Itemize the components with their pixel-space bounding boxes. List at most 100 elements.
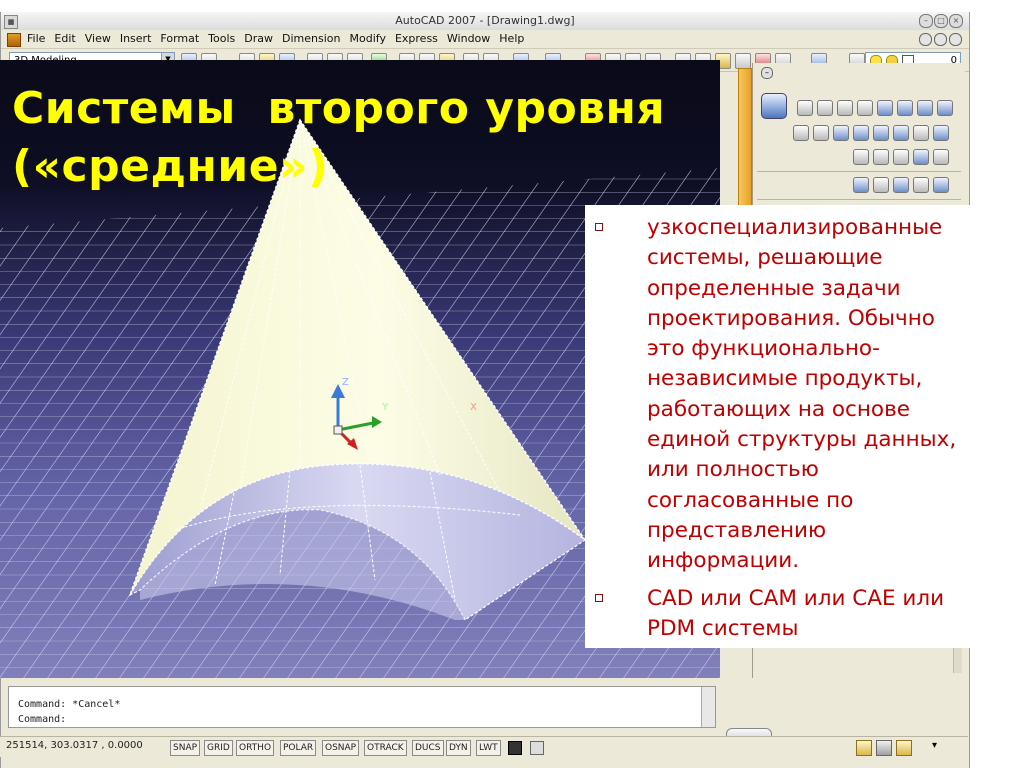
union-icon[interactable]: [793, 125, 809, 141]
bullet-line: PDM системы: [647, 616, 799, 642]
collapse-icon[interactable]: –: [761, 67, 773, 79]
command-window[interactable]: Command: *Cancel* Command:: [8, 686, 716, 728]
menu-tools[interactable]: Tools: [208, 32, 235, 45]
bullet-line: проектирования. Обычно: [647, 305, 935, 331]
layout-icon[interactable]: [530, 741, 544, 755]
menu-help[interactable]: Help: [499, 32, 524, 45]
window-title: AutoCAD 2007 - [Drawing1.dwg]: [395, 14, 575, 27]
shell-icon[interactable]: [933, 149, 949, 165]
bullet-line: работающих на основе: [647, 396, 910, 422]
bullet-line: независимые продукты,: [647, 366, 923, 392]
torus-icon[interactable]: [917, 100, 933, 116]
status-menu-icon[interactable]: ▾: [932, 740, 944, 754]
dyn-toggle[interactable]: DYN: [446, 740, 471, 756]
snap-toggle[interactable]: SNAP: [170, 740, 201, 756]
separate-icon[interactable]: [913, 149, 929, 165]
panel-divider: [757, 199, 961, 200]
pen-icon[interactable]: [876, 740, 892, 756]
bullet-line: или полностью: [647, 457, 819, 483]
planar-surface-icon[interactable]: [937, 100, 953, 116]
bullet-line: единой структуры данных,: [647, 427, 957, 453]
section-plane-icon[interactable]: [933, 177, 949, 193]
menu-express[interactable]: Express: [395, 32, 438, 45]
bullet-square-icon: [595, 223, 603, 231]
bullet-line: CAD или CAM или CAE или: [647, 586, 945, 611]
panel-divider: [757, 171, 961, 172]
menu-dimension[interactable]: Dimension: [282, 32, 340, 45]
menu-items: File Edit View Insert Format Tools Draw Dimensi…: [27, 32, 533, 45]
revolve-icon[interactable]: [913, 125, 929, 141]
minimize-icon[interactable]: –: [919, 14, 933, 28]
slice-icon[interactable]: [853, 149, 869, 165]
dashboard-title-strip[interactable]: [738, 68, 752, 220]
bullet-square-icon: [595, 594, 603, 602]
extrude-icon[interactable]: [853, 125, 869, 141]
coordinates-readout: 251514, 303.0317 , 0.0000: [6, 740, 143, 751]
bullet-1-text: узкоспециализированные системы, решающие…: [647, 213, 1011, 577]
slide-title-line-2: («средние»): [12, 141, 329, 192]
command-history-line: Command: *Cancel*: [18, 699, 121, 710]
lock-icon[interactable]: [896, 740, 912, 756]
command-prompt: Command:: [18, 714, 67, 725]
cone-icon[interactable]: [837, 100, 853, 116]
3d-make-panel-icon[interactable]: [761, 93, 787, 119]
document-icon[interactable]: [7, 33, 21, 47]
bullet-2-text: CAD или CAM или CAE или PDM системы: [647, 584, 1011, 645]
3d-move-icon[interactable]: [873, 177, 889, 193]
grid-toggle[interactable]: GRID: [204, 740, 233, 756]
bullet-line: представлению: [647, 517, 827, 543]
doc-close-icon[interactable]: [949, 33, 962, 46]
title-bar[interactable]: ▦ AutoCAD 2007 - [Drawing1.dwg] – □ ×: [1, 12, 969, 31]
slide-title-line-1: Системы второго уровня: [12, 83, 666, 134]
menu-bar: File Edit View Insert Format Tools Draw Dimensi…: [1, 30, 969, 49]
ducs-toggle[interactable]: DUCS: [412, 740, 444, 756]
model-space-icon[interactable]: [508, 741, 522, 755]
command-scrollbar[interactable]: [701, 687, 715, 727]
menu-insert[interactable]: Insert: [120, 32, 152, 45]
imprint-icon[interactable]: [893, 149, 909, 165]
pyramid-icon[interactable]: [877, 100, 893, 116]
bullet-line: определенные задачи: [647, 275, 901, 301]
menu-format[interactable]: Format: [160, 32, 199, 45]
wedge-icon[interactable]: [897, 100, 913, 116]
axis-label-x: X: [470, 402, 477, 413]
menu-modify[interactable]: Modify: [350, 32, 386, 45]
sweep-icon[interactable]: [893, 125, 909, 141]
close-icon[interactable]: ×: [949, 14, 963, 28]
subtract-icon[interactable]: [813, 125, 829, 141]
menu-window[interactable]: Window: [447, 32, 490, 45]
axis-label-y: Y: [381, 402, 389, 413]
maximize-icon[interactable]: □: [934, 14, 948, 28]
menu-view[interactable]: View: [85, 32, 111, 45]
intersect-icon[interactable]: [833, 125, 849, 141]
bullet-line: информации.: [647, 548, 800, 574]
menu-draw[interactable]: Draw: [244, 32, 273, 45]
osnap-toggle[interactable]: OSNAP: [322, 740, 360, 756]
box-icon[interactable]: [797, 100, 813, 116]
axis-label-z: Z: [342, 377, 349, 388]
bullet-line: узкоспециализированные: [647, 215, 943, 240]
presspull-icon[interactable]: [873, 125, 889, 141]
cylinder-icon[interactable]: [817, 100, 833, 116]
bullet-text-box: узкоспециализированные системы, решающие…: [585, 205, 1018, 648]
annotation-scale-icon[interactable]: [856, 740, 872, 756]
doc-minimize-icon[interactable]: [919, 33, 932, 46]
sphere-icon[interactable]: [857, 100, 873, 116]
lwt-toggle[interactable]: LWT: [476, 740, 501, 756]
menu-edit[interactable]: Edit: [54, 32, 75, 45]
menu-file[interactable]: File: [27, 32, 45, 45]
loft-icon[interactable]: [933, 125, 949, 141]
otrack-toggle[interactable]: OTRACK: [364, 740, 407, 756]
sheet-set-icon[interactable]: [735, 53, 751, 69]
doc-restore-icon[interactable]: [934, 33, 947, 46]
bullet-line: это функционально-: [647, 336, 880, 362]
ortho-toggle[interactable]: ORTHO: [236, 740, 275, 756]
status-bar: 251514, 303.0317 , 0.0000 SNAP GRID ORTH…: [0, 736, 968, 757]
3d-array-icon[interactable]: [913, 177, 929, 193]
bullet-line: согласованные по: [647, 487, 854, 513]
polar-toggle[interactable]: POLAR: [280, 740, 317, 756]
thicken-icon[interactable]: [873, 149, 889, 165]
3d-rotate-icon[interactable]: [853, 177, 869, 193]
3d-align-icon[interactable]: [893, 177, 909, 193]
slide-title: Системы второго уровня («средние»): [12, 80, 732, 196]
